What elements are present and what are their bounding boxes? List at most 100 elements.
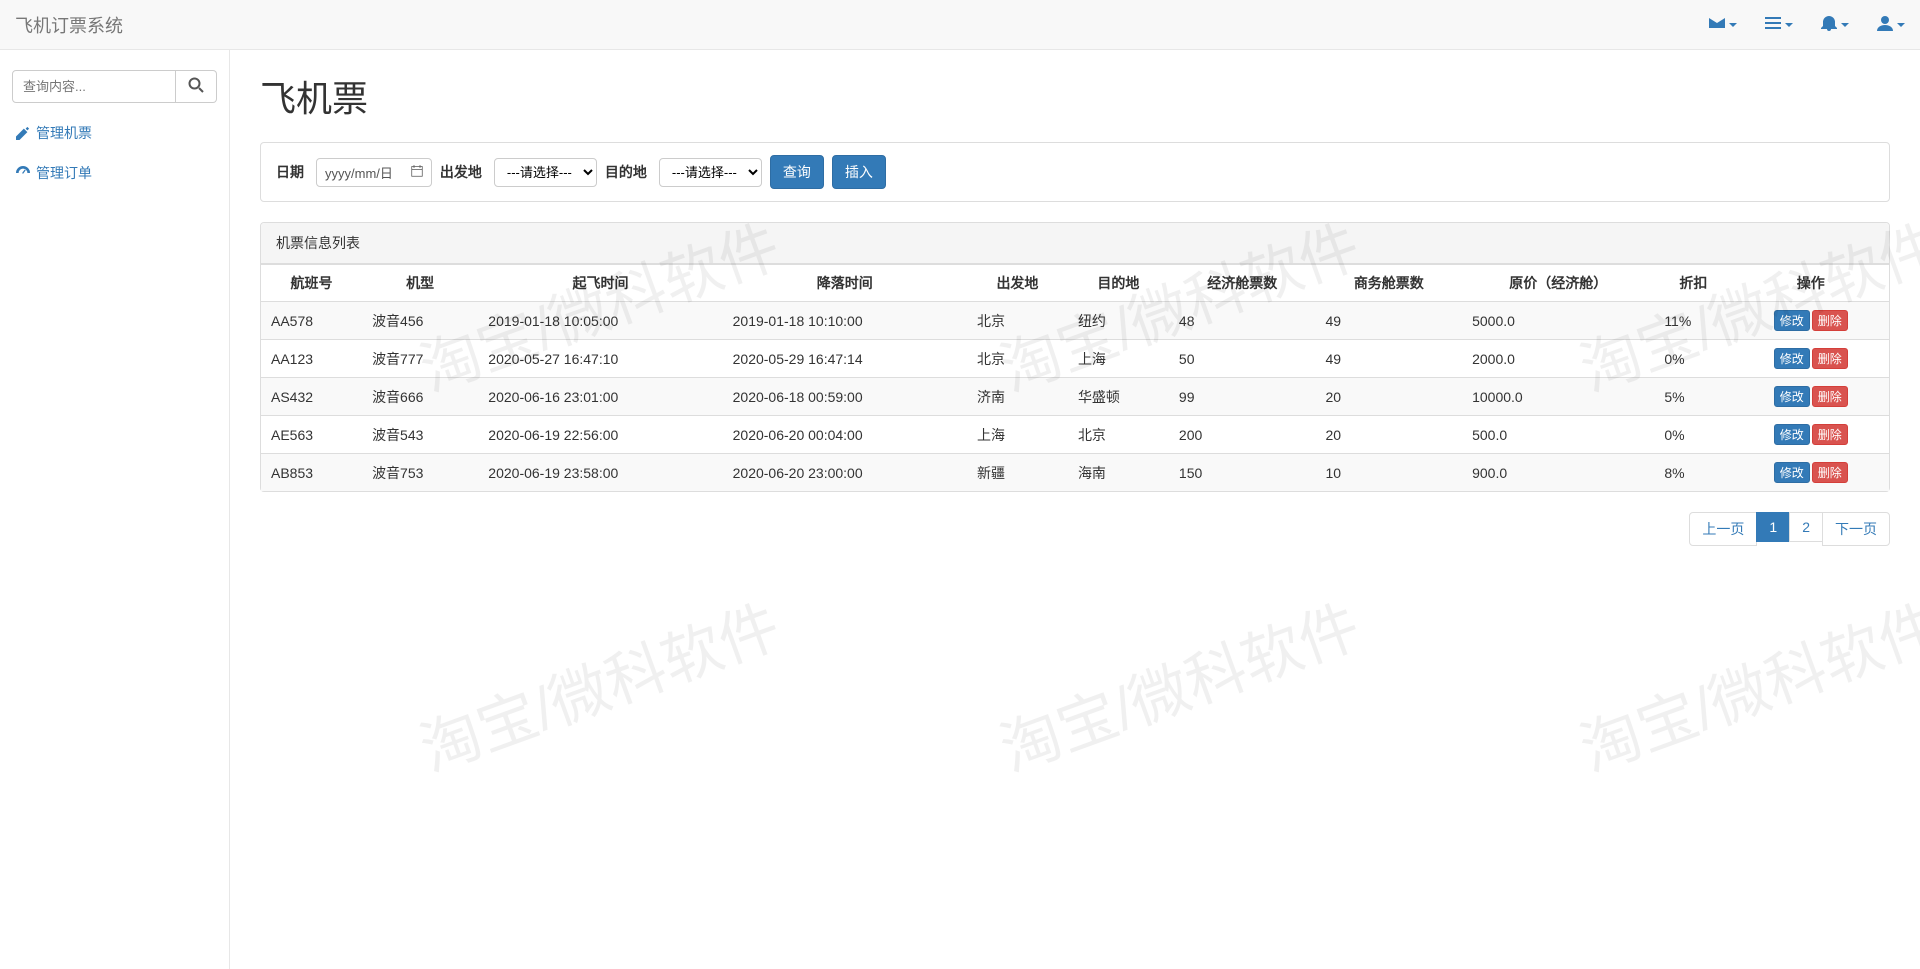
table-cell-origin: 济南 <box>967 378 1068 416</box>
table-header-row: 航班号机型起飞时间降落时间出发地目的地经济舱票数商务舱票数原价（经济舱）折扣操作 <box>261 265 1889 302</box>
table-cell-origin: 北京 <box>967 340 1068 378</box>
insert-button[interactable]: 插入 <box>832 155 886 189</box>
edit-button[interactable]: 修改 <box>1774 310 1810 331</box>
sidebar: 管理机票 管理订单 <box>0 50 230 969</box>
table-cell-dest: 纽约 <box>1068 302 1169 340</box>
flights-table: 航班号机型起飞时间降落时间出发地目的地经济舱票数商务舱票数原价（经济舱）折扣操作… <box>261 264 1889 491</box>
table-cell-discount: 11% <box>1654 302 1732 340</box>
table-cell-depart: 2020-06-19 22:56:00 <box>478 416 722 454</box>
table-header-cell: 出发地 <box>967 265 1068 302</box>
table-cell-flight_no: AA578 <box>261 302 362 340</box>
table-header-cell: 折扣 <box>1654 265 1732 302</box>
table-cell-business_seats: 49 <box>1316 340 1463 378</box>
sidebar-item-manage-orders[interactable]: 管理订单 <box>16 163 213 183</box>
table-cell-economy_seats: 200 <box>1169 416 1316 454</box>
caret-down-icon <box>1897 23 1905 27</box>
table-header-cell: 经济舱票数 <box>1169 265 1316 302</box>
table-cell-price: 2000.0 <box>1462 340 1654 378</box>
delete-button[interactable]: 删除 <box>1812 462 1848 483</box>
origin-label: 出发地 <box>440 162 482 182</box>
main-content: 淘宝/微科软件 淘宝/微科软件 淘宝/微科软件 淘宝/微科软件 淘宝/微科软件 … <box>230 50 1920 969</box>
table-cell-dest: 华盛顿 <box>1068 378 1169 416</box>
edit-button[interactable]: 修改 <box>1774 348 1810 369</box>
table-cell-actions: 修改删除 <box>1733 378 1890 416</box>
date-input[interactable]: yyyy/mm/日 <box>316 158 432 187</box>
table-cell-arrive: 2020-05-29 16:47:14 <box>723 340 967 378</box>
delete-button[interactable]: 删除 <box>1812 424 1848 445</box>
table-cell-flight_no: AS432 <box>261 378 362 416</box>
watermark: 淘宝/微科软件 <box>406 578 790 789</box>
table-cell-price: 10000.0 <box>1462 378 1654 416</box>
delete-button[interactable]: 删除 <box>1812 386 1848 407</box>
table-cell-price: 5000.0 <box>1462 302 1654 340</box>
nav-bell-dropdown[interactable] <box>1821 15 1849 34</box>
sidebar-search <box>0 60 229 113</box>
table-cell-flight_no: AB853 <box>261 454 362 492</box>
table-cell-model: 波音666 <box>362 378 478 416</box>
edit-button[interactable]: 修改 <box>1774 424 1810 445</box>
table-cell-economy_seats: 50 <box>1169 340 1316 378</box>
bell-icon <box>1821 15 1837 34</box>
table-header-cell: 商务舱票数 <box>1316 265 1463 302</box>
table-cell-discount: 8% <box>1654 454 1732 492</box>
table-cell-arrive: 2020-06-18 00:59:00 <box>723 378 967 416</box>
table-cell-discount: 5% <box>1654 378 1732 416</box>
nav-list-dropdown[interactable] <box>1765 15 1793 34</box>
table-row: AA578波音4562019-01-18 10:05:002019-01-18 … <box>261 302 1889 340</box>
dashboard-icon <box>16 165 30 181</box>
sidebar-item-manage-flights[interactable]: 管理机票 <box>16 123 213 143</box>
nav-user-dropdown[interactable] <box>1877 15 1905 34</box>
table-cell-dest: 海南 <box>1068 454 1169 492</box>
pagination-page[interactable]: 2 <box>1789 512 1823 542</box>
table-cell-flight_no: AA123 <box>261 340 362 378</box>
caret-down-icon <box>1729 23 1737 27</box>
nav-mail-dropdown[interactable] <box>1709 15 1737 34</box>
edit-icon <box>16 125 30 141</box>
table-cell-price: 500.0 <box>1462 416 1654 454</box>
table-cell-origin: 北京 <box>967 302 1068 340</box>
watermark: 淘宝/微科软件 <box>986 578 1370 789</box>
pagination: 上一页 12下一页 <box>260 512 1890 546</box>
table-header-cell: 目的地 <box>1068 265 1169 302</box>
table-cell-actions: 修改删除 <box>1733 454 1890 492</box>
pagination-next[interactable]: 下一页 <box>1822 512 1890 546</box>
sidebar-item-label: 管理机票 <box>36 123 92 143</box>
table-header-cell: 操作 <box>1733 265 1890 302</box>
table-cell-flight_no: AE563 <box>261 416 362 454</box>
navbar-right <box>1709 15 1905 34</box>
table-cell-depart: 2019-01-18 10:05:00 <box>478 302 722 340</box>
table-cell-actions: 修改删除 <box>1733 302 1890 340</box>
caret-down-icon <box>1841 23 1849 27</box>
table-panel: 机票信息列表 航班号机型起飞时间降落时间出发地目的地经济舱票数商务舱票数原价（经… <box>260 222 1890 492</box>
table-row: AA123波音7772020-05-27 16:47:102020-05-29 … <box>261 340 1889 378</box>
edit-button[interactable]: 修改 <box>1774 462 1810 483</box>
list-icon <box>1765 15 1781 34</box>
date-placeholder-text: yyyy/mm/日 <box>325 163 393 182</box>
delete-button[interactable]: 删除 <box>1812 348 1848 369</box>
table-cell-arrive: 2020-06-20 00:04:00 <box>723 416 967 454</box>
table-cell-model: 波音753 <box>362 454 478 492</box>
table-cell-actions: 修改删除 <box>1733 416 1890 454</box>
delete-button[interactable]: 删除 <box>1812 310 1848 331</box>
table-cell-origin: 上海 <box>967 416 1068 454</box>
table-header-cell: 机型 <box>362 265 478 302</box>
table-cell-price: 900.0 <box>1462 454 1654 492</box>
table-cell-model: 波音456 <box>362 302 478 340</box>
mail-icon <box>1709 15 1725 34</box>
search-button[interactable]: 查询 <box>770 155 824 189</box>
dest-select[interactable]: ---请选择--- <box>659 158 762 187</box>
caret-down-icon <box>1785 23 1793 27</box>
table-header-cell: 降落时间 <box>723 265 967 302</box>
search-input[interactable] <box>12 70 176 103</box>
origin-select[interactable]: ---请选择--- <box>494 158 597 187</box>
table-cell-dest: 北京 <box>1068 416 1169 454</box>
pagination-page[interactable]: 1 <box>1756 512 1790 542</box>
dest-label: 目的地 <box>605 162 647 182</box>
table-cell-depart: 2020-06-16 23:01:00 <box>478 378 722 416</box>
search-button[interactable] <box>176 70 217 103</box>
table-cell-business_seats: 20 <box>1316 378 1463 416</box>
table-header-cell: 起飞时间 <box>478 265 722 302</box>
edit-button[interactable]: 修改 <box>1774 386 1810 407</box>
table-header-cell: 航班号 <box>261 265 362 302</box>
pagination-prev[interactable]: 上一页 <box>1689 512 1757 546</box>
